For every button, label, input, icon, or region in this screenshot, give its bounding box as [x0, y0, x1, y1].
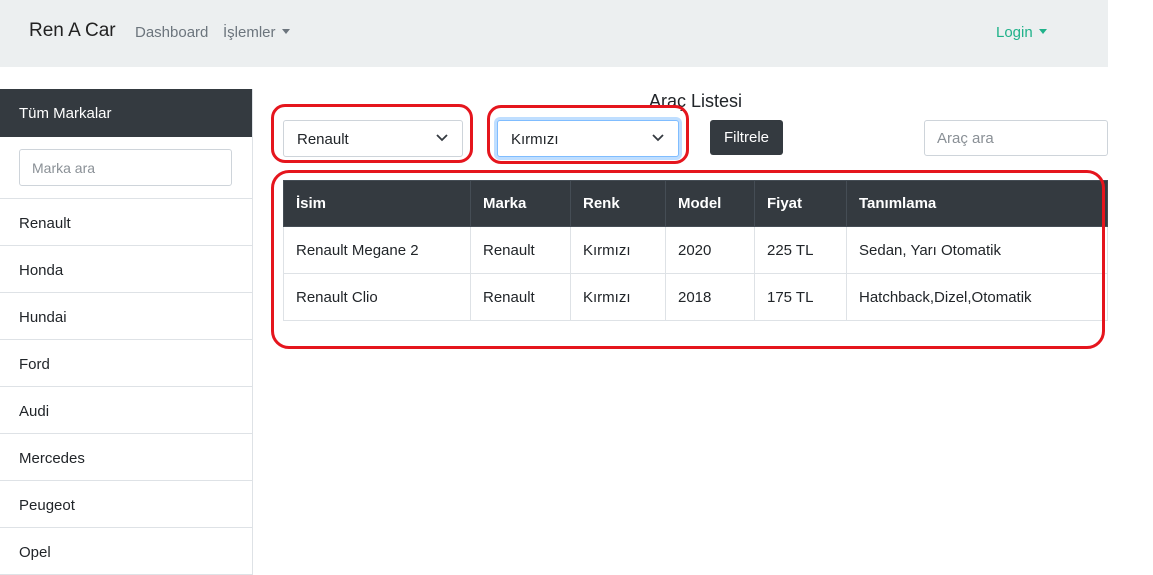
sidebar-item-ford[interactable]: Ford — [0, 340, 252, 387]
sidebar-item-honda[interactable]: Honda — [0, 246, 252, 293]
sidebar-header[interactable]: Tüm Markalar — [0, 89, 252, 137]
color-select-value: Kırmızı — [511, 131, 559, 148]
caret-down-icon — [1038, 28, 1047, 34]
color-select[interactable]: Kırmızı — [497, 120, 679, 157]
column-header-fiyat: Fiyat — [754, 180, 847, 227]
login-label: Login — [996, 24, 1033, 41]
cell-renk: Kırmızı — [570, 273, 666, 321]
brand-logo[interactable]: Ren A Car — [29, 20, 116, 42]
sidebar-item-audi[interactable]: Audi — [0, 387, 252, 434]
filter-button[interactable]: Filtrele — [710, 120, 783, 155]
column-header-tanimlama: Tanımlama — [846, 180, 1108, 227]
cell-fiyat: 175 TL — [754, 273, 847, 321]
column-header-marka: Marka — [470, 180, 571, 227]
caret-down-icon — [281, 28, 290, 34]
cell-model: 2018 — [665, 273, 755, 321]
cell-marka: Renault — [470, 226, 571, 274]
column-header-renk: Renk — [570, 180, 666, 227]
cell-tanimlama: Sedan, Yarı Otomatik — [846, 226, 1108, 274]
column-header-isim: İsim — [283, 180, 471, 227]
brand-search-input[interactable] — [19, 149, 232, 186]
cell-model: 2020 — [665, 226, 755, 274]
navbar: Ren A Car Dashboard İşlemler Login — [0, 0, 1108, 67]
cell-fiyat: 225 TL — [754, 226, 847, 274]
nav-islemler-label: İşlemler — [223, 24, 276, 41]
sidebar-item-mercedes[interactable]: Mercedes — [0, 434, 252, 481]
nav-dashboard[interactable]: Dashboard — [135, 24, 208, 41]
chevron-down-icon — [652, 134, 664, 142]
cell-isim: Renault Megane 2 — [283, 226, 471, 274]
brand-select-value: Renault — [297, 131, 349, 148]
cell-tanimlama: Hatchback,Dizel,Otomatik — [846, 273, 1108, 321]
chevron-down-icon — [436, 134, 448, 142]
column-header-model: Model — [665, 180, 755, 227]
car-search-input[interactable] — [924, 120, 1108, 156]
table-header-row: İsim Marka Renk Model Fiyat Tanımlama — [283, 180, 1108, 227]
sidebar-item-peugeot[interactable]: Peugeot — [0, 481, 252, 528]
login-dropdown[interactable]: Login — [996, 24, 1047, 41]
table-row: Renault Megane 2 Renault Kırmızı 2020 22… — [283, 226, 1108, 274]
sidebar-item-hundai[interactable]: Hundai — [0, 293, 252, 340]
car-table: İsim Marka Renk Model Fiyat Tanımlama Re… — [283, 180, 1108, 321]
brand-select[interactable]: Renault — [283, 120, 463, 157]
page-title: Araç Listesi — [649, 91, 743, 111]
nav-islemler-dropdown[interactable]: İşlemler — [223, 24, 290, 41]
sidebar: Tüm Markalar Renault Honda Hundai Ford A… — [0, 89, 253, 575]
cell-marka: Renault — [470, 273, 571, 321]
cell-renk: Kırmızı — [570, 226, 666, 274]
table-row: Renault Clio Renault Kırmızı 2018 175 TL… — [283, 273, 1108, 321]
sidebar-search-container — [0, 137, 252, 199]
sidebar-item-opel[interactable]: Opel — [0, 528, 252, 575]
sidebar-item-renault[interactable]: Renault — [0, 199, 252, 246]
cell-isim: Renault Clio — [283, 273, 471, 321]
